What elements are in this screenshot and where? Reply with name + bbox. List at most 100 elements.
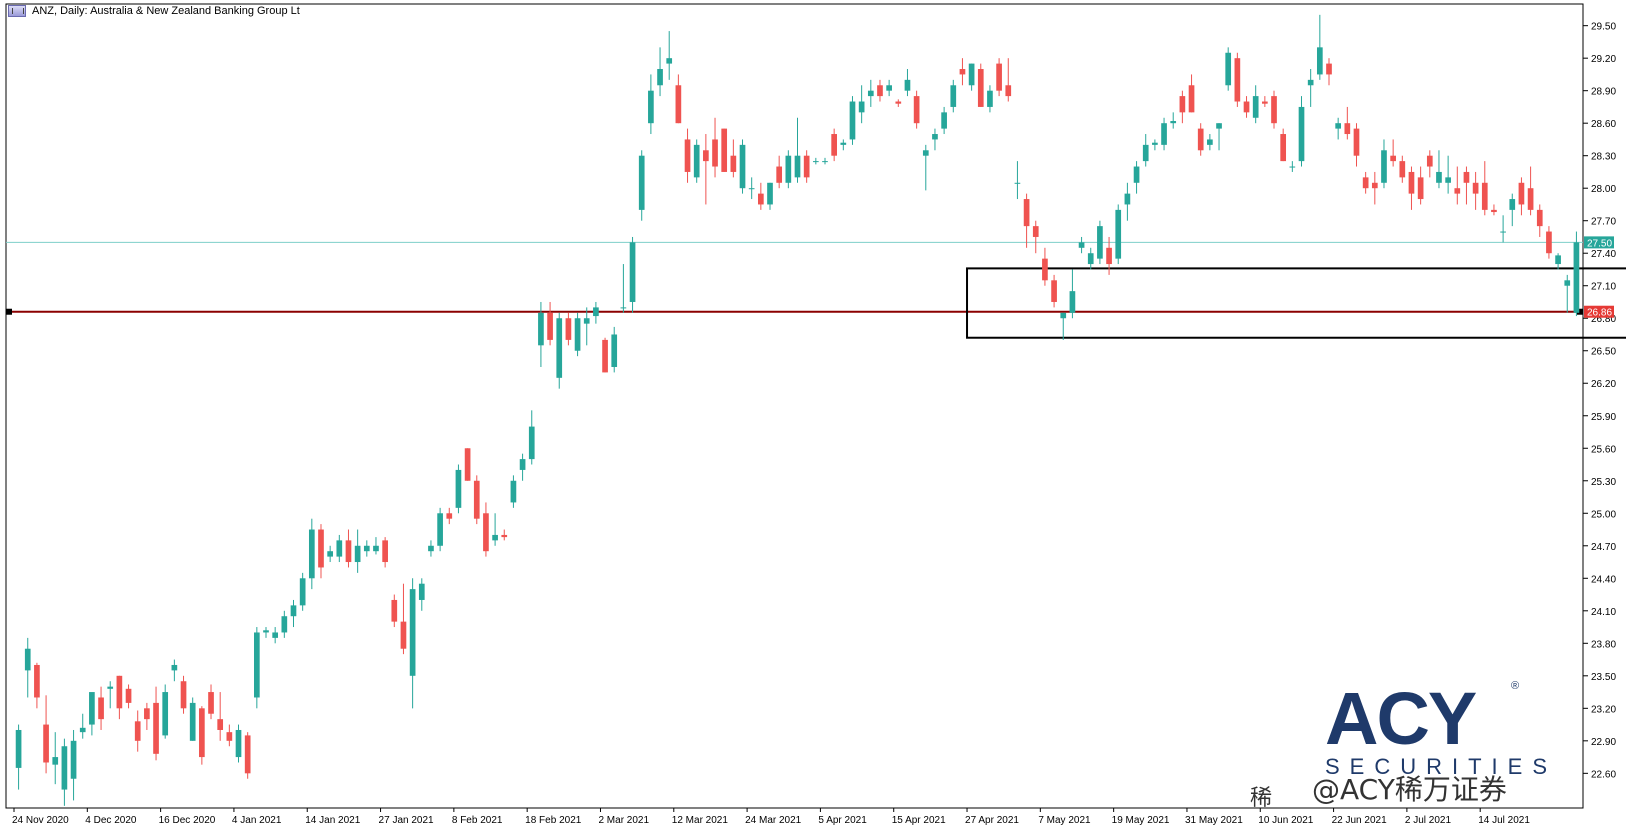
candle-body [235,729,242,758]
candle-body [1060,312,1067,319]
candle-body [98,697,104,720]
y-tick-label: 29.20 [1591,54,1616,65]
candle-body [693,144,700,178]
x-tick-label: 8 Feb 2021 [452,815,503,826]
candle-body [34,664,40,698]
candle-body [1252,96,1259,118]
candle-body [15,729,22,768]
candle-body [116,675,123,709]
candle-body [1509,199,1516,210]
candle-body [180,681,187,709]
y-tick-label: 24.40 [1591,574,1616,585]
candle-body [134,721,141,741]
candle-body [1454,188,1461,194]
candle-body [886,85,892,91]
candle-body [455,469,462,508]
candle-body [721,128,728,172]
candle-body [867,90,874,97]
candle-body [519,459,526,470]
candle-body [730,155,737,172]
support-handle-left [6,308,12,315]
candle-body [428,545,434,552]
candle-body [877,85,883,97]
candle-body [1417,177,1424,200]
x-tick-label: 12 Mar 2021 [672,815,729,826]
candle-body [1371,182,1378,189]
candle-body [382,540,388,563]
acy-logo: ACY ® SECURITIES [1325,680,1547,780]
candle-body [144,708,150,720]
x-tick-label: 19 May 2021 [1112,815,1170,826]
candle-body [629,242,636,302]
candle-body [263,630,269,633]
resistance-price-label: 27.50 [1587,238,1612,249]
candle-body [657,69,663,86]
candle-body [538,312,544,346]
candle-body [950,85,957,107]
candle-body [107,686,114,689]
candle-body [1445,177,1451,183]
candle-body [1518,182,1525,205]
candle-body [437,513,443,546]
candle-body [1481,182,1488,210]
x-tick-label: 14 Jul 2021 [1478,815,1530,826]
candle-body [418,583,425,600]
candle-body [1381,150,1387,183]
candle-body [602,339,608,373]
support-price-label: 26.86 [1587,308,1612,319]
candle-body [1042,258,1048,281]
candle-body [1078,242,1085,248]
candle-body [1298,106,1305,162]
candle-body [794,155,801,178]
candle-body [547,312,553,340]
candle-body [1243,101,1250,113]
candle-body [1500,231,1506,233]
candle-body [400,621,407,649]
x-tick-label: 2 Jul 2021 [1405,815,1452,826]
y-tick-label: 27.70 [1591,217,1616,228]
candle-body [43,724,49,763]
candle-body [1051,280,1057,302]
candle-body [189,702,196,741]
candle-body [583,318,590,324]
candle-body [492,534,498,541]
candle-body [620,307,627,309]
candle-body [208,692,214,714]
candle-body [739,144,746,189]
y-tick-label: 24.70 [1591,542,1616,553]
y-tick-label: 28.30 [1591,152,1616,163]
y-tick-label: 25.30 [1591,477,1616,488]
candle-body [1527,188,1534,210]
x-tick-label: 4 Jan 2021 [232,815,282,826]
candle-body [1124,193,1131,205]
x-tick-label: 15 Apr 2021 [892,815,946,826]
candle-body [1023,199,1030,227]
y-tick-label: 28.60 [1591,119,1616,130]
candle-body [1326,63,1332,75]
candle-body [1188,85,1195,113]
candle-body [464,448,471,481]
candle-body [1142,144,1149,162]
candle-body [812,161,819,163]
candle-body [941,112,947,129]
y-tick-label: 25.90 [1591,412,1616,423]
candle-body [1307,79,1314,86]
candle-body [79,727,86,733]
y-tick-label: 23.20 [1591,704,1616,715]
candle-body [299,578,306,606]
candle-body [217,719,224,730]
candle-body [638,155,645,210]
candle-body [1536,209,1543,227]
candle-body [162,692,169,736]
candle-body [391,599,398,622]
y-tick-label: 29.50 [1591,22,1616,33]
candle-body [684,139,691,172]
x-tick-label: 10 Jun 2021 [1258,815,1313,826]
candle-body [666,58,673,64]
logo-registered: ® [1511,680,1520,692]
candle-body [593,307,599,317]
candle-body [996,63,1002,91]
candle-body [336,540,343,557]
candle-body [895,101,902,104]
candle-body [244,735,251,774]
